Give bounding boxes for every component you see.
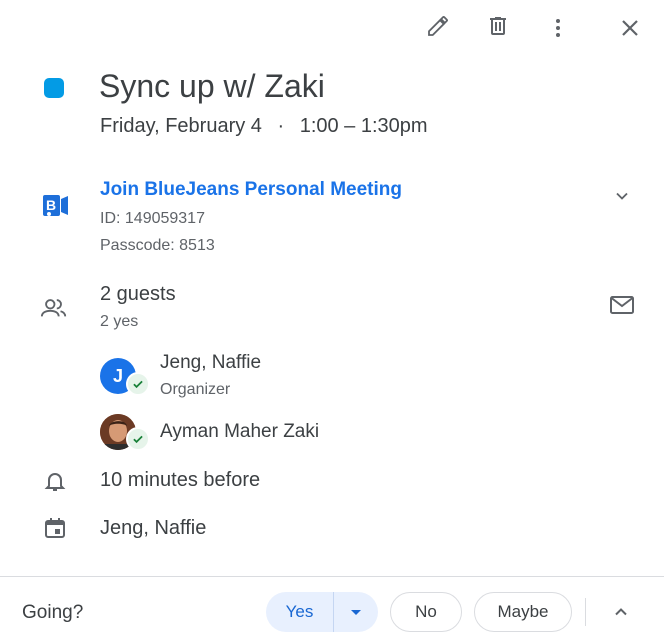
guest-responses: 2 yes <box>100 313 139 330</box>
calendar-icon <box>41 514 69 542</box>
guest-name: Ayman Maher Zaki <box>160 421 320 442</box>
footer-divider <box>0 576 664 577</box>
expand-conference-button[interactable] <box>602 178 642 218</box>
expand-rsvp-button[interactable] <box>601 594 641 634</box>
bluejeans-icon: B <box>42 192 70 220</box>
guest-role: Organizer <box>160 381 231 398</box>
close-button[interactable] <box>610 10 650 50</box>
going-label: Going? <box>22 602 84 623</box>
rsvp-no-button[interactable]: No <box>390 592 462 632</box>
calendar-owner: Jeng, Naffie <box>100 517 207 539</box>
event-date: Friday, February 4 <box>100 115 262 137</box>
event-datetime: Friday, February 4 · 1:00 – 1:30pm <box>100 115 428 138</box>
chevron-up-icon <box>611 602 631 627</box>
people-icon <box>40 294 68 322</box>
rsvp-maybe-button[interactable]: Maybe <box>474 592 572 632</box>
chevron-down-icon <box>612 186 632 211</box>
rsvp-yes-button[interactable]: Yes <box>266 592 333 632</box>
rsvp-options-button[interactable] <box>334 592 378 632</box>
guest-count: 2 guests <box>100 283 176 305</box>
delete-button[interactable] <box>478 8 518 48</box>
edit-button[interactable] <box>418 8 458 48</box>
arrow-drop-down-icon <box>350 602 362 622</box>
join-meeting-link[interactable]: Join BlueJeans Personal Meeting <box>100 179 402 201</box>
footer-separator <box>585 598 586 626</box>
rsvp-maybe-label: Maybe <box>497 602 549 621</box>
accepted-check-icon <box>126 427 150 451</box>
mail-icon <box>609 294 635 321</box>
edit-icon <box>426 14 450 43</box>
delete-icon <box>486 14 510 43</box>
email-guests-button[interactable] <box>602 287 642 327</box>
rsvp-yes-group: Yes <box>266 592 378 632</box>
close-icon <box>618 16 642 45</box>
bell-icon <box>41 467 69 495</box>
meeting-passcode: Passcode: 8513 <box>100 237 215 254</box>
reminder-text: 10 minutes before <box>100 469 261 491</box>
event-title: Sync up w/ Zaki <box>99 68 325 104</box>
avatar-initial: J <box>112 365 123 386</box>
guest-name: Jeng, Naffie <box>160 352 262 373</box>
event-time: 1:00 – 1:30pm <box>299 115 428 137</box>
accepted-check-icon <box>126 372 150 396</box>
rsvp-yes-label: Yes <box>285 602 314 621</box>
event-color-chip <box>44 78 64 98</box>
rsvp-no-label: No <box>415 602 437 621</box>
meeting-id: ID: 149059317 <box>100 210 205 227</box>
more-vert-icon <box>546 16 570 45</box>
datetime-separator: · <box>277 115 285 137</box>
more-options-button[interactable] <box>538 10 578 50</box>
svg-text:B: B <box>46 197 56 213</box>
